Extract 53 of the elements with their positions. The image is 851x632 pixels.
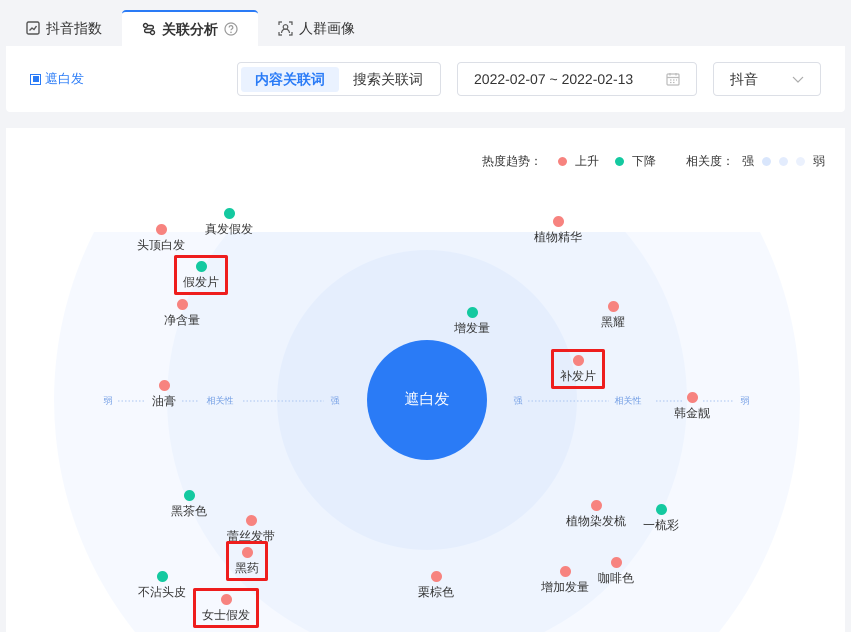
- keyword-label[interactable]: 增加发量: [541, 580, 589, 594]
- axis-label: 强: [330, 394, 340, 408]
- axis-label: 强: [514, 394, 522, 408]
- keyword-label[interactable]: 头顶白发: [137, 238, 185, 252]
- keyword-label[interactable]: 净含量: [164, 312, 200, 326]
- keyword-label[interactable]: 油膏: [152, 394, 176, 408]
- axis-label: 相关性: [206, 394, 234, 408]
- keyword-label[interactable]: 栗棕色: [418, 584, 454, 598]
- keyword-label[interactable]: 咖啡色: [598, 570, 634, 584]
- axis-label: 弱: [104, 394, 112, 408]
- keyword-label[interactable]: 黑耀: [601, 314, 625, 328]
- legend-label: 上升: [575, 153, 599, 170]
- legend-title: 热度趋势：: [482, 153, 542, 170]
- date-range-field[interactable]: 2022-02-07 ~ 2022-02-13: [457, 62, 697, 96]
- keyword-link[interactable]: 遮白发: [30, 69, 84, 89]
- segment-tab[interactable]: 搜索关联词: [339, 66, 437, 92]
- segment-tab[interactable]: 内容关联词: [241, 66, 339, 92]
- person-icon: [278, 20, 293, 36]
- tab[interactable]: 人群画像: [258, 10, 375, 46]
- keyword-label[interactable]: 女士假发: [202, 608, 250, 622]
- axis-line: [182, 400, 198, 402]
- axis-line: [118, 400, 146, 402]
- keyword-label[interactable]: 黑茶色: [171, 504, 207, 518]
- relevance-dot: [779, 156, 788, 166]
- axis-label: 弱: [740, 394, 750, 408]
- keyword-label[interactable]: 不沾头皮: [138, 584, 186, 598]
- keyword-label[interactable]: 一梳彩: [643, 518, 679, 532]
- keyword-label[interactable]: 真发假发: [205, 222, 253, 236]
- legend-label: 下降: [632, 153, 656, 170]
- legend-label: 强: [742, 153, 754, 170]
- caret-icon: [792, 76, 804, 82]
- chart-icon: [26, 21, 40, 35]
- axis-label: 相关性: [614, 394, 642, 408]
- axis-line: [656, 400, 682, 402]
- legend-label: 弱: [813, 153, 825, 170]
- keyword-label[interactable]: 韩金靓: [674, 406, 710, 420]
- help-icon[interactable]: [224, 22, 238, 36]
- relevance-dot: [762, 156, 771, 166]
- checkbox[interactable]: [30, 74, 41, 84]
- keyword-label[interactable]: 增发量: [454, 320, 490, 334]
- keyword-label[interactable]: 假发片: [183, 274, 219, 288]
- legend-title: 相关度：: [686, 153, 734, 170]
- keyword-label[interactable]: 植物精华: [534, 230, 582, 244]
- keyword-label[interactable]: 补发片: [560, 368, 596, 382]
- tab[interactable]: 关联分析: [122, 10, 258, 46]
- keyword-label[interactable]: 植物染发梳: [566, 514, 626, 528]
- platform-select[interactable]: 抖音: [713, 62, 821, 96]
- keyword-label[interactable]: 蕾丝发带: [227, 528, 275, 542]
- axis-line: [702, 400, 734, 402]
- link-icon: [142, 22, 156, 36]
- calendar-icon: [666, 72, 680, 86]
- tab[interactable]: 抖音指数: [6, 10, 122, 46]
- keyword-label[interactable]: 黑药: [235, 560, 259, 574]
